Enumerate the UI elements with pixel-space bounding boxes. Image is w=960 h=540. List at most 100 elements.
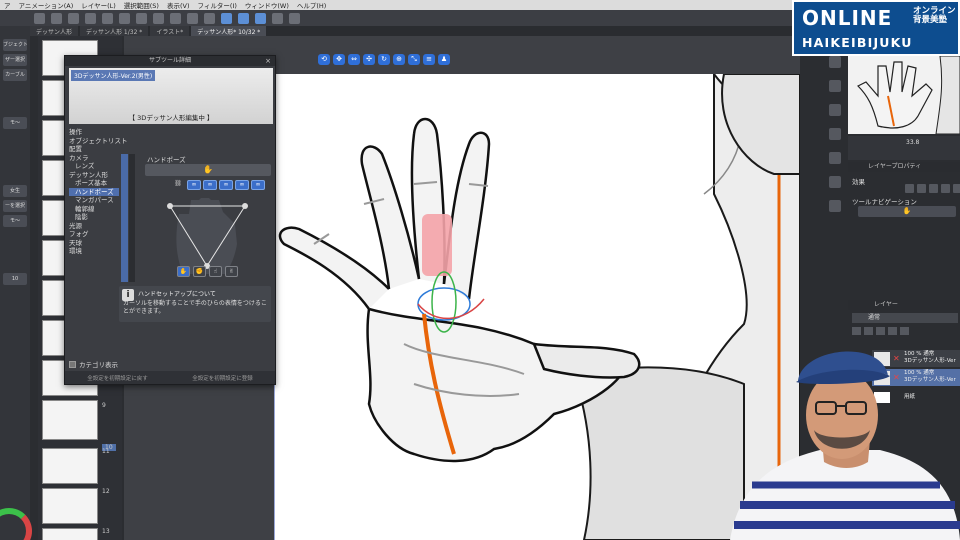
category-display-toggle[interactable]: カテゴリ表示 (69, 359, 118, 369)
category-item[interactable]: 環境 (69, 247, 119, 256)
move-object-icon[interactable]: ✣ (363, 54, 375, 65)
finger-lock-button[interactable]: ∞ (219, 180, 233, 190)
menu-layer[interactable]: レイヤー(L) (77, 0, 120, 10)
category-item[interactable]: フォグ (69, 230, 119, 239)
finger-lock-button[interactable]: ∞ (187, 180, 201, 190)
fill-icon[interactable] (136, 12, 147, 24)
tab-document-2[interactable]: デッサン人形 1/32 * (80, 26, 149, 36)
tab-illustration[interactable]: イラスト* (150, 26, 190, 36)
pan-camera-icon[interactable]: ✥ (333, 54, 345, 65)
menu-selection[interactable]: 選択範囲(S) (120, 0, 163, 10)
page-thumbnail[interactable] (42, 528, 98, 540)
settings-icon[interactable] (289, 12, 300, 24)
category-item[interactable]: ポーズ基本 (69, 179, 119, 188)
panel-icon[interactable] (829, 200, 841, 212)
category-item[interactable]: デッサン人形 (69, 171, 119, 180)
page-thumbnail[interactable] (42, 488, 98, 524)
transform-icon[interactable] (153, 12, 164, 24)
menu-window[interactable]: ウィンドウ(W) (241, 0, 293, 10)
undo-icon[interactable] (68, 12, 79, 24)
page-thumbnail[interactable] (42, 448, 98, 484)
finger-lock-button[interactable]: ∞ (251, 180, 265, 190)
effect-icon[interactable] (929, 184, 938, 193)
panel-icon[interactable] (829, 104, 841, 116)
close-icon[interactable]: × (265, 56, 271, 66)
snap-grid-icon[interactable] (238, 12, 249, 24)
tool-option[interactable]: モ〜 (3, 117, 27, 129)
tool-option[interactable]: ブジェクト (3, 39, 27, 51)
hand-register-icon[interactable]: ✌ (225, 266, 238, 277)
category-item-selected[interactable]: ハンドポーズ (69, 187, 119, 196)
category-item[interactable]: レンズ (69, 162, 119, 171)
category-item[interactable]: 天球 (69, 239, 119, 248)
effect-icon[interactable] (917, 184, 926, 193)
category-item[interactable]: 配置 (69, 145, 119, 154)
snap-special-icon[interactable] (255, 12, 266, 24)
category-item[interactable]: 光源 (69, 222, 119, 231)
rotate-object-icon[interactable]: ↻ (378, 54, 390, 65)
category-item[interactable]: カメラ (69, 154, 119, 163)
panel-icon[interactable] (829, 56, 841, 68)
tool-option[interactable]: 女生 (3, 185, 27, 197)
3d-hand-model[interactable] (274, 74, 800, 540)
move-camera-icon[interactable]: ⟲ (318, 54, 330, 65)
panel-icon[interactable] (829, 128, 841, 140)
category-item[interactable]: 操作 (69, 128, 119, 137)
tool-option[interactable]: ーを選択 (3, 200, 27, 212)
clear-icon[interactable] (119, 12, 130, 24)
panel-icon[interactable] (829, 176, 841, 188)
category-item[interactable]: マンガパース (69, 196, 119, 205)
tool-navigation-button[interactable]: ✋ (858, 206, 956, 217)
hand-fist-icon[interactable]: ✊ (193, 266, 206, 277)
finger-lock-button[interactable]: ∞ (203, 180, 217, 190)
tool-option[interactable]: ザー選択 (3, 54, 27, 66)
panel-icon[interactable] (829, 152, 841, 164)
effect-icon[interactable] (941, 184, 950, 193)
effect-icon[interactable] (953, 184, 960, 193)
loading-icon[interactable] (102, 12, 113, 24)
menu-item[interactable]: ア (0, 0, 15, 10)
category-item[interactable]: 輪郭線 (69, 205, 119, 214)
preset-icon[interactable]: ≡ (423, 54, 435, 65)
tool-option[interactable]: モ〜 (3, 215, 27, 227)
blend-mode-select[interactable]: 通常 (852, 313, 958, 323)
menu-filter[interactable]: フィルター(I) (194, 0, 241, 10)
hand-point-icon[interactable]: ☝ (209, 266, 222, 277)
snap-ruler-icon[interactable] (221, 12, 232, 24)
navigator-preview[interactable] (848, 56, 960, 134)
print-icon[interactable] (51, 12, 62, 24)
ruler-icon[interactable] (272, 12, 283, 24)
menu-help[interactable]: ヘルプ(H) (293, 0, 330, 10)
tool-option[interactable]: カーブル (3, 69, 27, 81)
effect-icon[interactable] (905, 184, 914, 193)
pose-icon[interactable]: ♟ (438, 54, 450, 65)
tab-document-active[interactable]: デッサン人形* 10/32 * (191, 26, 267, 36)
category-item[interactable]: オブジェクトリスト (69, 137, 128, 146)
category-item[interactable]: 陰影 (69, 213, 119, 222)
category-scrollbar[interactable] (121, 154, 128, 282)
menu-view[interactable]: 表示(V) (163, 0, 194, 10)
link-icon[interactable]: ⛓ (171, 180, 185, 190)
hand-select-button[interactable]: ✋ (145, 164, 271, 176)
settings-scrollbar[interactable] (129, 154, 135, 282)
register-all-button[interactable]: 全設定を初期設定に登録 (192, 374, 253, 382)
redo-icon[interactable] (85, 12, 96, 24)
scale-object-icon[interactable]: ⤡ (408, 54, 420, 65)
tool-option[interactable]: 10 (3, 273, 27, 285)
reset-all-button[interactable]: 全設定を初期設定に戻す (87, 374, 148, 382)
crop-icon[interactable] (204, 12, 215, 24)
zoom-camera-icon[interactable]: ⇔ (348, 54, 360, 65)
hand-open-icon[interactable]: ✋ (177, 266, 190, 277)
category-checkbox[interactable] (69, 360, 76, 368)
menu-animation[interactable]: アニメーション(A) (15, 0, 78, 10)
zoom-level[interactable]: 33.8 (906, 139, 919, 146)
invert-icon[interactable] (187, 12, 198, 24)
panel-icon[interactable] (829, 80, 841, 92)
color-wheel[interactable] (0, 508, 32, 540)
page-thumbnail-hand[interactable] (42, 400, 98, 440)
save-icon[interactable] (34, 12, 45, 24)
deselect-icon[interactable] (170, 12, 181, 24)
rotate-axis-icon[interactable]: ⊕ (393, 54, 405, 65)
finger-lock-button[interactable]: ∞ (235, 180, 249, 190)
tab-document-1[interactable]: デッサン人形 (30, 26, 79, 36)
